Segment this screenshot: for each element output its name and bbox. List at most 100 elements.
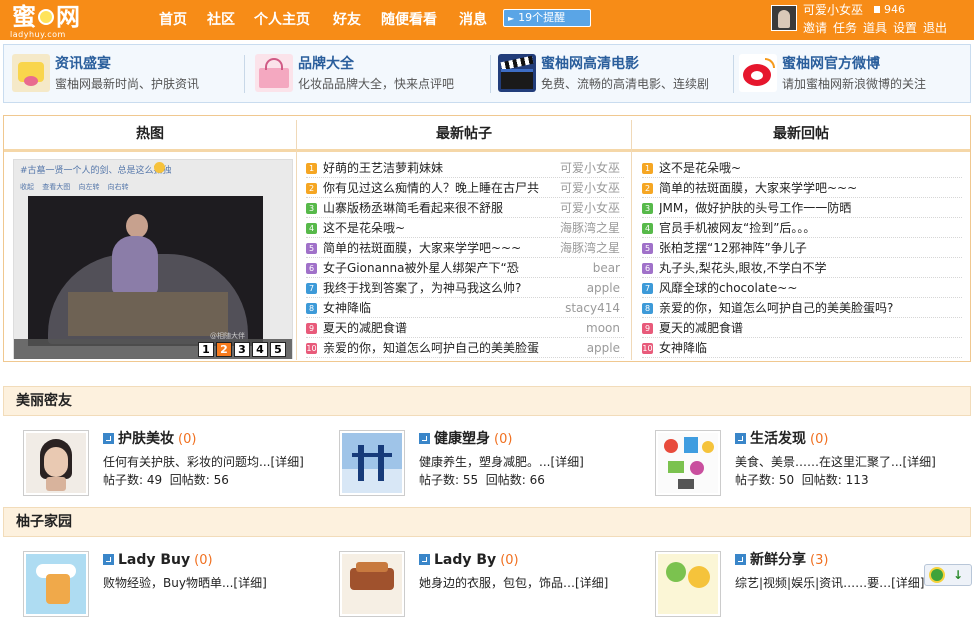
forum-name[interactable]: 护肤美妆: [118, 431, 174, 447]
reply-row[interactable]: 9 夏天的减肥食谱: [642, 318, 962, 338]
forum-card-life[interactable]: 生活发现 (0) 美食、美景……在这里汇聚了...[详细] 帖子数: 50 回帖数…: [655, 430, 955, 510]
reply-row[interactable]: 3 JMM，做好护肤的头号工作一一防晒: [642, 198, 962, 218]
hot-image-slideshow[interactable]: #古墓一贤一个人的剑、总是这么孤独 收起 查看大图 向左转 向右转 @相随大伴 …: [13, 159, 293, 359]
user-name[interactable]: 可爱小女巫: [803, 2, 863, 18]
forum-title-skincare[interactable]: 护肤美妆 (0): [103, 430, 196, 449]
post-row[interactable]: 5 简单的祛斑面膜，大家来学学吧~~~ 海豚湾之星: [306, 238, 624, 258]
post-title[interactable]: 女神降临: [323, 298, 551, 318]
nav-messages[interactable]: 消息: [459, 10, 487, 30]
forum-desc[interactable]: 她身边的衣服，包包，饰品…[详细]: [419, 576, 608, 591]
nav-home[interactable]: 首页: [159, 10, 187, 30]
reply-title[interactable]: 女神降临: [659, 338, 959, 358]
post-author[interactable]: moon: [586, 318, 620, 338]
forum-thumb-lady-buy[interactable]: [23, 551, 89, 617]
nav-profile[interactable]: 个人主页: [254, 10, 310, 30]
forum-title-life[interactable]: 生活发现 (0): [735, 430, 828, 449]
post-row[interactable]: 10 亲爱的你，知道怎么呵护自己的美美脸蛋 apple: [306, 338, 624, 358]
reply-row[interactable]: 7 风靡全球的chocolate~~: [642, 278, 962, 298]
post-row[interactable]: 7 我终于找到答案了，为神马我这么帅? apple: [306, 278, 624, 298]
forum-thumb-skincare[interactable]: [23, 430, 89, 496]
post-row[interactable]: 4 这不是花朵哦~ 海豚湾之星: [306, 218, 624, 238]
post-author[interactable]: 海豚湾之星: [560, 238, 620, 258]
post-author[interactable]: apple: [587, 338, 620, 358]
page-1-button[interactable]: 1: [198, 342, 214, 357]
reply-row[interactable]: 6 丸子头,梨花头,眼妆,不学白不学: [642, 258, 962, 278]
post-author[interactable]: bear: [593, 258, 620, 278]
post-title[interactable]: 这不是花朵哦~: [323, 218, 551, 238]
post-title[interactable]: 我终于找到答案了，为神马我这么帅?: [323, 278, 551, 298]
promo-movies[interactable]: 蜜柚网高清电影 免费、流畅的高清电影、连续剧: [490, 45, 730, 102]
post-row[interactable]: 1 好萌的王艺洁萝莉妹妹 可爱小女巫: [306, 158, 624, 178]
post-author[interactable]: 可爱小女巫: [560, 198, 620, 218]
reply-title[interactable]: 亲爱的你，知道怎么呵护自己的美美脸蛋吗?: [659, 298, 959, 318]
post-title[interactable]: 女子Gionanna被外星人绑架产下“恐: [323, 258, 551, 278]
site-logo[interactable]: 蜜 网 ladyhuy.com: [8, 3, 80, 40]
forum-card-lady-by[interactable]: Lady By (0) 她身边的衣服，包包，饰品…[详细]: [339, 551, 639, 631]
post-row[interactable]: 2 你有见过这么痴情的人？晚上睡在古尸共 可爱小女巫: [306, 178, 624, 198]
promo-brands[interactable]: 品牌大全 化妆品品牌大全，快来点评吧: [247, 45, 487, 102]
nav-community[interactable]: 社区: [207, 10, 235, 30]
post-row[interactable]: 6 女子Gionanna被外星人绑架产下“恐 bear: [306, 258, 624, 278]
reply-title[interactable]: 丸子头,梨花头,眼妆,不学白不学: [659, 258, 959, 278]
post-row[interactable]: 3 山寨版杨丞琳简毛看起来很不舒服 可爱小女巫: [306, 198, 624, 218]
forum-name[interactable]: 生活发现: [750, 431, 806, 447]
reply-title[interactable]: JMM，做好护肤的头号工作一一防晒: [659, 198, 959, 218]
forum-name[interactable]: Lady Buy: [118, 552, 190, 568]
forum-desc[interactable]: 败物经验，Buy物晒单...[详细]: [103, 576, 267, 591]
promo-weibo[interactable]: 蜜柚网官方微博 请加蜜柚网新浪微博的关注: [731, 45, 971, 102]
reply-title[interactable]: 简单的祛斑面膜，大家来学学吧~~~: [659, 178, 959, 198]
forum-card-skincare[interactable]: 护肤美妆 (0) 任何有关护肤、彩妆的问题均...[详细] 帖子数: 49 回帖数…: [23, 430, 323, 510]
reply-row[interactable]: 2 简单的祛斑面膜，大家来学学吧~~~: [642, 178, 962, 198]
page-5-button[interactable]: 5: [270, 342, 286, 357]
forum-desc[interactable]: 美食、美景……在这里汇聚了...[详细]: [735, 455, 936, 470]
settings-link[interactable]: 设置: [893, 21, 917, 36]
post-title[interactable]: 好萌的王艺洁萝莉妹妹: [323, 158, 551, 178]
forum-card-lady-buy[interactable]: Lady Buy (0) 败物经验，Buy物晒单...[详细]: [23, 551, 323, 631]
post-title[interactable]: 你有见过这么痴情的人？晚上睡在古尸共: [323, 178, 551, 198]
post-title[interactable]: 亲爱的你，知道怎么呵护自己的美美脸蛋: [323, 338, 551, 358]
forum-desc[interactable]: 任何有关护肤、彩妆的问题均...[详细]: [103, 455, 304, 470]
reply-title[interactable]: 风靡全球的chocolate~~: [659, 278, 959, 298]
nav-browse[interactable]: 随便看看: [381, 10, 437, 30]
forum-title-fitness[interactable]: 健康塑身 (0): [419, 430, 512, 449]
forum-title-share[interactable]: 新鲜分享 (3): [735, 551, 828, 570]
logout-link[interactable]: 退出: [923, 21, 947, 36]
reply-title[interactable]: 这不是花朵哦~: [659, 158, 959, 178]
forum-name[interactable]: Lady By: [434, 552, 496, 568]
forum-card-fitness[interactable]: 健康塑身 (0) 健康养生，塑身减肥。...[详细] 帖子数: 55 回帖数: 6…: [339, 430, 639, 510]
forum-name[interactable]: 健康塑身: [434, 431, 490, 447]
reply-title[interactable]: 夏天的减肥食谱: [659, 318, 959, 338]
post-row[interactable]: 9 夏天的减肥食谱 moon: [306, 318, 624, 338]
post-author[interactable]: 可爱小女巫: [560, 158, 620, 178]
post-row[interactable]: 8 女神降临 stacy414: [306, 298, 624, 318]
post-title[interactable]: 夏天的减肥食谱: [323, 318, 551, 338]
reply-row[interactable]: 1 这不是花朵哦~: [642, 158, 962, 178]
hot-image-photo[interactable]: [28, 196, 263, 346]
floating-toolbar-button[interactable]: ↓: [924, 564, 972, 586]
forum-thumb-share[interactable]: [655, 551, 721, 617]
post-title[interactable]: 山寨版杨丞琳简毛看起来很不舒服: [323, 198, 551, 218]
reply-row[interactable]: 10 女神降临: [642, 338, 962, 358]
forum-thumb-lady-by[interactable]: [339, 551, 405, 617]
forum-thumb-fitness[interactable]: [339, 430, 405, 496]
reminder-button[interactable]: ► 19个提醒: [503, 9, 591, 27]
page-3-button[interactable]: 3: [234, 342, 250, 357]
forum-thumb-life[interactable]: [655, 430, 721, 496]
post-author[interactable]: 可爱小女巫: [560, 178, 620, 198]
reply-title[interactable]: 官员手机被网友“捡到”后。。。: [659, 218, 959, 238]
user-avatar[interactable]: [771, 5, 797, 31]
reply-row[interactable]: 8 亲爱的你，知道怎么呵护自己的美美脸蛋吗?: [642, 298, 962, 318]
forum-title-lady-by[interactable]: Lady By (0): [419, 551, 519, 570]
forum-desc[interactable]: 健康养生，塑身减肥。...[详细]: [419, 455, 584, 470]
reply-row[interactable]: 4 官员手机被网友“捡到”后。。。: [642, 218, 962, 238]
invite-link[interactable]: 邀请: [803, 21, 827, 36]
page-4-button[interactable]: 4: [252, 342, 268, 357]
tasks-link[interactable]: 任务: [833, 21, 857, 36]
reply-row[interactable]: 5 张柏芝摆“12邪神阵”争儿子: [642, 238, 962, 258]
forum-title-lady-buy[interactable]: Lady Buy (0): [103, 551, 213, 570]
page-2-button[interactable]: 2: [216, 342, 232, 357]
nav-friends[interactable]: 好友: [333, 10, 361, 30]
post-title[interactable]: 简单的祛斑面膜，大家来学学吧~~~: [323, 238, 551, 258]
forum-desc[interactable]: 综艺|视频|娱乐|资讯……要…[详细]: [735, 576, 925, 591]
forum-name[interactable]: 新鲜分享: [750, 552, 806, 568]
